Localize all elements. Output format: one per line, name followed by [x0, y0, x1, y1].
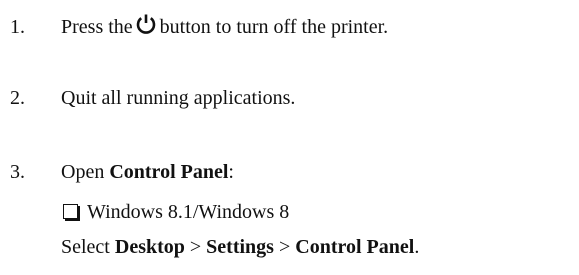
substep-label: Windows 8.1/Windows 8: [87, 201, 290, 223]
menu-path-control-panel: Control Panel: [295, 236, 415, 258]
step-number: 2.: [10, 87, 25, 109]
substep-windows: Windows 8.1/Windows 8: [61, 200, 289, 224]
menu-path-settings: Settings: [206, 236, 274, 258]
step-3: 3. Open Control Panel:: [10, 160, 234, 184]
substep-instruction: Select Desktop > Settings > Control Pane…: [61, 235, 419, 259]
control-panel-label: Control Panel: [109, 161, 229, 183]
step-number: 3.: [10, 161, 25, 183]
step-text: Press the: [61, 16, 133, 38]
step-number: 1.: [10, 16, 25, 38]
instruction-suffix: .: [414, 236, 420, 258]
step-text: Quit all running applications.: [61, 87, 296, 109]
step-1: 1. Press the button to turn off the printe…: [10, 13, 388, 39]
menu-path-desktop: Desktop: [114, 236, 185, 258]
step-text: Open: [61, 161, 105, 183]
checkbox-bullet-icon: [63, 204, 78, 219]
step-text: button to turn off the printer.: [159, 16, 389, 38]
instruction-prefix: Select: [61, 236, 110, 258]
path-separator: >: [278, 236, 291, 258]
path-separator: >: [189, 236, 202, 258]
step-text: :: [228, 161, 234, 183]
step-2: 2. Quit all running applications.: [10, 86, 295, 110]
power-icon: [135, 13, 157, 35]
